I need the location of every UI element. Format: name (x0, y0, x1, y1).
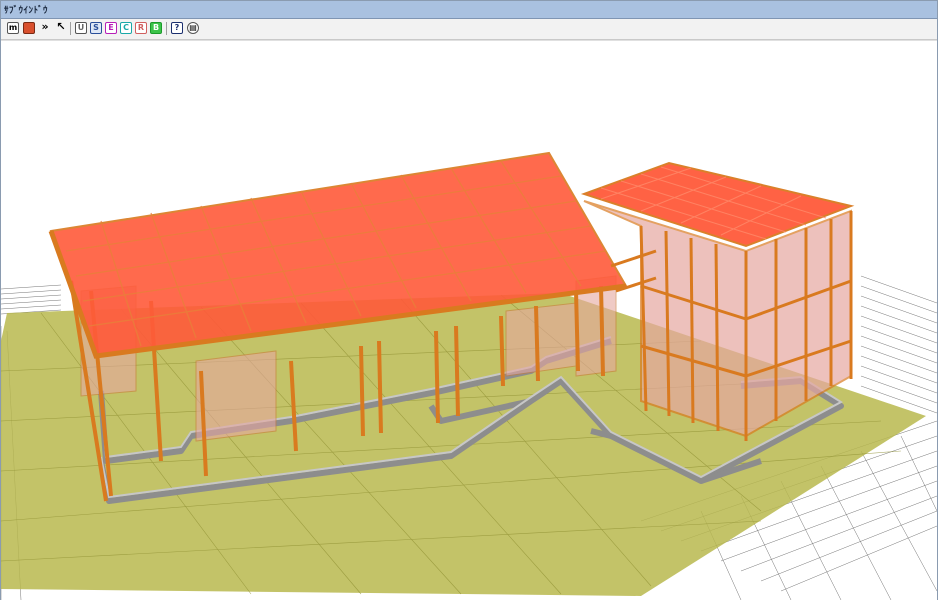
building-model-render (1, 151, 937, 600)
toolbar: m » ↖ U S E C R B ? ▤ (1, 19, 937, 40)
title-bar[interactable]: ｻﾌﾞｳｲﾝﾄﾞｳ (1, 1, 937, 19)
view-b-icon: B (152, 23, 160, 32)
window-title: ｻﾌﾞｳｲﾝﾄﾞｳ (4, 6, 49, 16)
view-u-icon: U (77, 23, 85, 32)
view-e-button[interactable]: E (105, 22, 117, 34)
view-u-button[interactable]: U (75, 22, 87, 34)
print-button[interactable]: ▤ (187, 22, 199, 34)
view-e-icon: E (108, 23, 114, 32)
pointer-icon: ↖ (56, 20, 66, 33)
print-icon: ▤ (189, 23, 197, 32)
model-icon: m (8, 23, 18, 32)
view-s-button[interactable]: S (90, 22, 102, 34)
view-s-icon: S (93, 23, 99, 32)
view-c-button[interactable]: C (120, 22, 132, 34)
view-c-icon: C (123, 23, 129, 32)
toolbar-separator (166, 22, 167, 35)
forward-button[interactable]: » (39, 20, 51, 34)
sub-window: ｻﾌﾞｳｲﾝﾄﾞｳ m » ↖ U S E C R B ? ▤ (0, 0, 938, 600)
3d-viewport[interactable] (1, 40, 937, 600)
view-b-button[interactable]: B (150, 22, 162, 34)
pointer-button[interactable]: ↖ (55, 20, 67, 34)
view-r-button[interactable]: R (135, 22, 147, 34)
shaded-solid-button[interactable] (23, 22, 35, 34)
double-chevron-icon: » (41, 20, 49, 33)
help-button[interactable]: ? (171, 22, 183, 34)
help-icon: ? (174, 23, 180, 32)
model-button[interactable]: m (7, 22, 19, 34)
view-r-icon: R (137, 23, 145, 32)
toolbar-separator (70, 22, 71, 35)
